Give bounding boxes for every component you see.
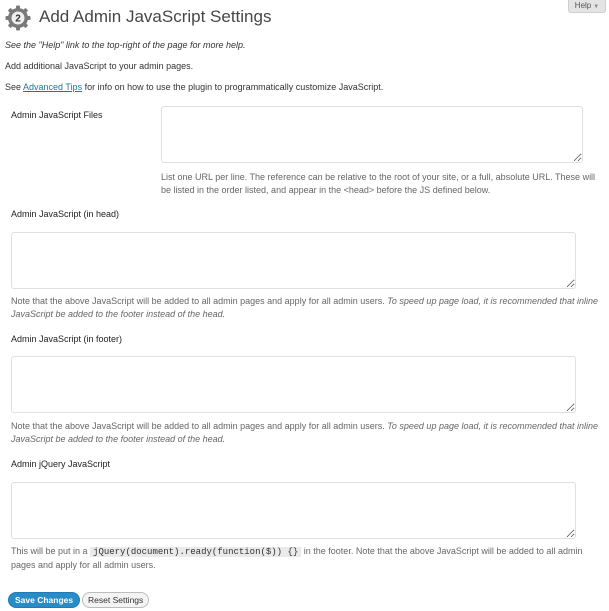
jquery-note-prefix: This will be put in a <box>11 546 91 556</box>
head-js-label: Admin JavaScript (in head) <box>11 209 120 219</box>
help-tab[interactable]: Help ▼ <box>568 0 606 13</box>
save-changes-button[interactable]: Save Changes <box>8 592 81 608</box>
head-js-textarea[interactable] <box>11 232 576 289</box>
icon-badge-number: 2 <box>15 14 21 25</box>
footer-js-description: Note that the above JavaScript will be a… <box>11 420 599 446</box>
page-title: Add Admin JavaScript Settings <box>39 7 272 26</box>
jquery-js-textarea[interactable] <box>11 482 576 539</box>
files-textarea[interactable] <box>161 106 583 163</box>
files-description: List one URL per line. The reference can… <box>161 172 596 195</box>
jquery-ready-code: jQuery(document).ready(function($)) {} <box>90 547 302 557</box>
help-tab-label: Help <box>574 1 592 10</box>
settings-gear-icon: 2 <box>5 5 31 31</box>
jquery-js-label: Admin jQuery JavaScript <box>11 459 111 469</box>
footer-js-textarea[interactable] <box>11 356 576 413</box>
footer-js-note: Note that the above JavaScript will be a… <box>11 421 388 431</box>
help-note: See the "Help" link to the top-right of … <box>5 40 246 50</box>
files-label: Admin JavaScript Files <box>11 110 103 120</box>
reset-settings-button[interactable]: Reset Settings <box>82 592 150 608</box>
tips-prefix: See <box>5 82 24 92</box>
head-js-note: Note that the above JavaScript will be a… <box>11 296 388 306</box>
plugin-description: Add additional JavaScript to your admin … <box>5 61 194 71</box>
head-js-description: Note that the above JavaScript will be a… <box>11 295 599 321</box>
tips-suffix: for info on how to use the plugin to pro… <box>82 82 384 92</box>
advanced-tips-link[interactable]: Advanced Tips <box>23 82 82 92</box>
chevron-down-icon: ▼ <box>593 4 600 10</box>
advanced-tips-line: See Advanced Tips for info on how to use… <box>5 82 383 92</box>
footer-js-label: Admin JavaScript (in footer) <box>11 334 123 344</box>
jquery-js-description: This will be put in a jQuery(document).r… <box>11 545 599 572</box>
